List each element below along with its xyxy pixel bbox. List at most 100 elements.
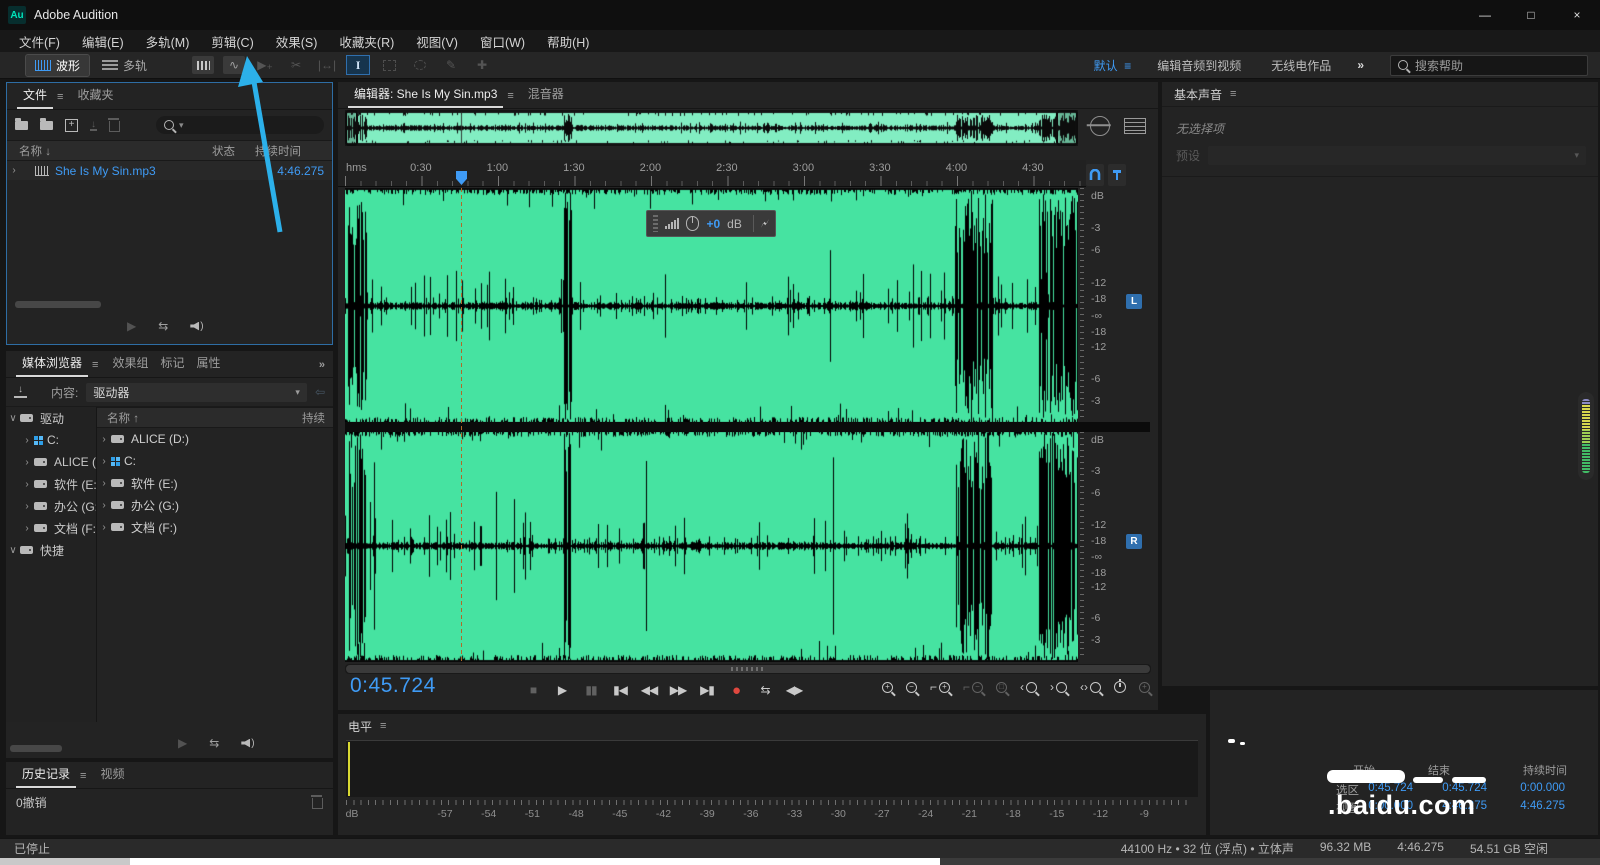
tree-drive-item[interactable]: ›软件 (E:) [6,473,96,495]
tab-markers[interactable]: 标记 [154,354,190,377]
chevron-right-icon[interactable]: › [20,457,34,468]
volume-knob[interactable] [686,216,700,231]
close-button[interactable]: × [1554,0,1600,30]
selection-duration[interactable]: 0:00.000 [1487,782,1565,794]
timer-button[interactable] [1114,681,1126,693]
zoom-in-button[interactable]: + [882,682,893,693]
zoom-to-in-point-button[interactable]: ‹ [1020,680,1037,694]
files-hscrollbar[interactable] [15,301,101,308]
tree-shortcuts[interactable]: ∨快捷 [6,539,96,561]
history-panel-menu-icon[interactable]: ≡ [76,770,94,788]
col-duration-header[interactable]: 持续时间 [255,143,301,159]
drive-row[interactable]: ›办公 (G:) [97,494,333,516]
menu-item[interactable]: 窗口(W) [469,32,536,51]
levels-panel-menu-icon[interactable]: ≡ [380,720,386,732]
chevron-right-icon[interactable]: › [20,501,34,512]
channel-badge-right[interactable]: R [1126,534,1142,549]
tab-video[interactable]: 视频 [94,765,130,788]
docked-level-meter[interactable] [1578,392,1594,480]
minimize-button[interactable]: — [1462,0,1508,30]
help-search-input[interactable]: 搜索帮助 [1390,55,1588,76]
save-icon[interactable]: ↓ [90,120,97,131]
spot-healing-tool-icon[interactable]: ✚ [471,56,493,74]
skip-to-start-button[interactable]: ▮◀ [610,680,630,700]
menu-item[interactable]: 文件(F) [8,32,71,51]
workspace-button[interactable]: 编辑音频到视频 [1157,57,1241,74]
chevron-down-icon[interactable]: ∨ [6,413,20,424]
file-row[interactable]: › She Is My Sin.mp3 4:46.275 [7,161,332,180]
overview-left-handle[interactable] [345,110,358,146]
skip-selection-button[interactable]: ◀▶ [784,680,804,700]
selection-start[interactable]: 0:45.724 [1335,782,1413,794]
record-button[interactable]: ● [726,680,746,700]
media-panel-menu-icon[interactable]: ≡ [88,359,106,377]
view-start[interactable]: 0:00.000 [1335,800,1413,812]
playhead-time-display[interactable]: 0:45.724 [350,674,436,698]
media-loop-preview-icon[interactable]: ⇆ [209,736,219,750]
zoom-in-selection-button[interactable]: □ [996,682,1007,693]
tab-files[interactable]: 文件 [17,86,53,109]
media-col-duration[interactable]: 持续 [302,410,333,426]
tab-media-browser[interactable]: 媒体浏览器 [16,354,88,377]
zoom-in-time-button[interactable]: ⌐+ [930,680,950,694]
chevron-right-icon[interactable]: › [97,522,111,533]
view-end[interactable]: 4:46.275 [1409,800,1487,812]
menu-item[interactable]: 剪辑(C) [200,32,264,51]
tab-editor[interactable]: 编辑器: She Is My Sin.mp3 [348,85,503,108]
tree-drive-item[interactable]: ›ALICE (D:) [6,451,96,473]
loop-playback-button[interactable]: ⇆ [755,680,775,700]
tree-drive-item[interactable]: ›文档 (F:) [6,517,96,539]
playhead-line[interactable] [461,188,462,662]
zoom-to-out-point-button[interactable]: › [1050,680,1067,694]
zoom-navigator-icon[interactable] [1090,116,1110,136]
skip-to-end-button[interactable]: ▶▮ [697,680,717,700]
back-arrow-icon[interactable]: ⇦ [315,385,325,399]
content-dropdown[interactable]: 驱动器▾ [86,383,307,402]
media-col-name[interactable]: 名称 ↑ [97,410,139,426]
files-search-input[interactable]: ▾ [156,116,324,134]
tab-properties[interactable]: 属性 [190,354,226,377]
overview-right-handle[interactable] [1056,110,1078,146]
marquee-selection-tool-icon[interactable] [378,56,400,74]
files-panel-menu-icon[interactable]: ≡ [53,91,71,109]
panel-overflow-button[interactable]: » [315,359,333,377]
fast-forward-button[interactable]: ▶▶ [668,680,688,700]
import-media-icon[interactable]: ↓ [14,386,27,398]
menu-item[interactable]: 多轨(M) [135,32,201,51]
loop-preview-icon[interactable]: ⇆ [158,319,168,333]
preset-dropdown[interactable]: ▾ [1208,146,1586,165]
chevron-right-icon[interactable]: › [20,435,34,446]
chevron-right-icon[interactable]: › [20,479,34,490]
hud-gain-value[interactable]: +0 [706,217,720,231]
overview-strip[interactable] [345,110,1078,146]
tree-drive-item[interactable]: ›办公 (G:) [6,495,96,517]
history-trash-icon[interactable] [312,798,323,809]
hud-pin-icon[interactable] [761,219,769,228]
frequency-display-icon[interactable] [192,56,214,74]
overview-waveform[interactable] [345,110,1078,146]
drive-row[interactable]: ›C: [97,450,333,472]
zoom-out-button[interactable]: − [906,682,917,693]
drive-row[interactable]: ›文档 (F:) [97,516,333,538]
import-file-icon[interactable] [40,121,53,130]
magnet-snap-button[interactable] [1086,164,1104,186]
pin-marker-button[interactable] [1108,164,1126,186]
chevron-down-icon[interactable]: ∨ [6,545,20,556]
new-file-icon[interactable]: + [65,119,78,132]
maximize-button[interactable]: □ [1508,0,1554,30]
workspace-button[interactable]: 无线电作品 [1271,57,1331,74]
volume-hud[interactable]: +0 dB [646,210,776,237]
tab-mixer[interactable]: 混音器 [522,85,570,108]
menu-item[interactable]: 帮助(H) [536,32,600,51]
spectral-display-icon[interactable]: ∿ [223,56,245,74]
timeline-ruler[interactable]: hms 0:301:001:302:002:303:003:304:004:30 [338,160,1086,187]
tab-favorites[interactable]: 收藏夹 [71,86,119,109]
multitrack-view-button[interactable]: 多轨 [93,55,156,76]
drive-row[interactable]: ›ALICE (D:) [97,428,333,450]
drive-row[interactable]: ›软件 (E:) [97,472,333,494]
hud-grip-icon[interactable] [653,215,658,232]
chevron-right-icon[interactable]: › [97,456,111,467]
tree-drive-item[interactable]: ›C: [6,429,96,451]
chevron-right-icon[interactable]: › [97,434,111,445]
razor-tool-icon[interactable]: ✂ [285,56,307,74]
